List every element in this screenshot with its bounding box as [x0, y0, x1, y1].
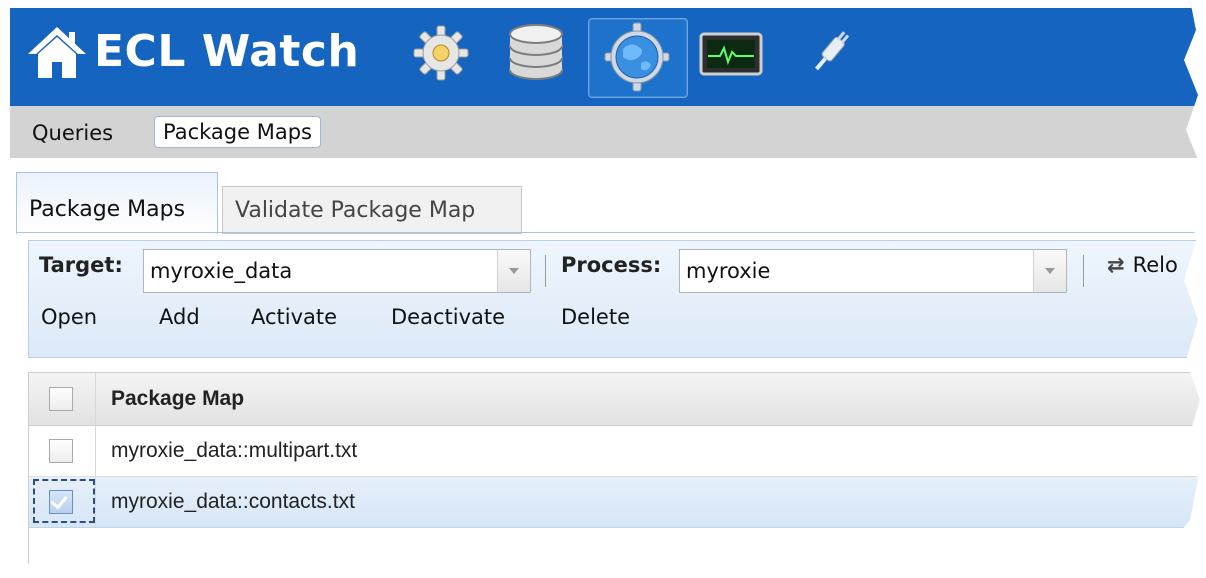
target-select-value: myroxie_data: [150, 259, 293, 283]
top-navigation-bar: ECL Watch: [0, 0, 1200, 106]
subnav-package-maps[interactable]: Package Maps: [154, 116, 321, 148]
chevron-down-icon[interactable]: [1033, 250, 1066, 292]
open-button[interactable]: Open: [41, 305, 97, 329]
toolbar-separator: [1083, 255, 1084, 287]
tab-validate-package-map[interactable]: Validate Package Map: [222, 186, 522, 234]
toolbar-separator: [545, 255, 546, 287]
column-divider: [95, 426, 96, 476]
process-select-value: myroxie: [686, 259, 771, 283]
row-checkbox[interactable]: [49, 490, 73, 514]
row-checkbox[interactable]: [49, 439, 73, 463]
tab-divider: [16, 232, 1200, 233]
table-row[interactable]: myroxie_data::multipart.txt: [29, 426, 1200, 477]
reload-label: Relo: [1132, 253, 1178, 277]
column-divider: [95, 477, 96, 527]
package-map-name: myroxie_data::contacts.txt: [111, 490, 355, 513]
deactivate-button[interactable]: Deactivate: [391, 305, 505, 329]
chevron-down-icon[interactable]: [497, 250, 530, 292]
add-button[interactable]: Add: [159, 305, 200, 329]
reload-button[interactable]: ⇄ Relo: [1107, 253, 1178, 277]
target-label: Target:: [39, 253, 123, 277]
app-title[interactable]: ECL Watch: [94, 26, 359, 77]
tab-package-maps[interactable]: Package Maps: [16, 172, 218, 234]
process-select[interactable]: myroxie: [679, 249, 1067, 293]
sub-navigation: Queries Package Maps: [10, 106, 1200, 158]
home-icon[interactable]: [26, 24, 88, 86]
topology-globe-icon[interactable]: [588, 18, 688, 98]
column-header-package-map[interactable]: Package Map: [111, 373, 244, 425]
select-all-checkbox[interactable]: [49, 387, 73, 411]
delete-button[interactable]: Delete: [561, 305, 630, 329]
process-label: Process:: [561, 253, 662, 277]
gear-icon[interactable]: [410, 22, 472, 88]
table-row[interactable]: myroxie_data::contacts.txt: [29, 477, 1200, 528]
subnav-queries[interactable]: Queries: [24, 118, 121, 148]
package-maps-panel: Package Maps Validate Package Map Target…: [10, 158, 1200, 564]
package-map-grid: Package Map myroxie_data::multipart.txt …: [28, 372, 1200, 564]
database-icon[interactable]: [506, 22, 566, 88]
package-map-name: myroxie_data::multipart.txt: [111, 439, 358, 462]
plug-icon[interactable]: [800, 22, 860, 88]
activate-button[interactable]: Activate: [251, 305, 337, 329]
column-divider: [95, 373, 96, 425]
ecl-watch-app: ECL Watch Queries Package Maps Package M…: [0, 0, 1200, 564]
grid-header: Package Map: [29, 373, 1200, 426]
package-maps-toolbar: Target: myroxie_data Process: myroxie ⇄ R…: [28, 240, 1200, 358]
monitor-icon[interactable]: [698, 22, 764, 88]
target-select[interactable]: myroxie_data: [143, 249, 531, 293]
refresh-icon: ⇄: [1107, 253, 1125, 277]
